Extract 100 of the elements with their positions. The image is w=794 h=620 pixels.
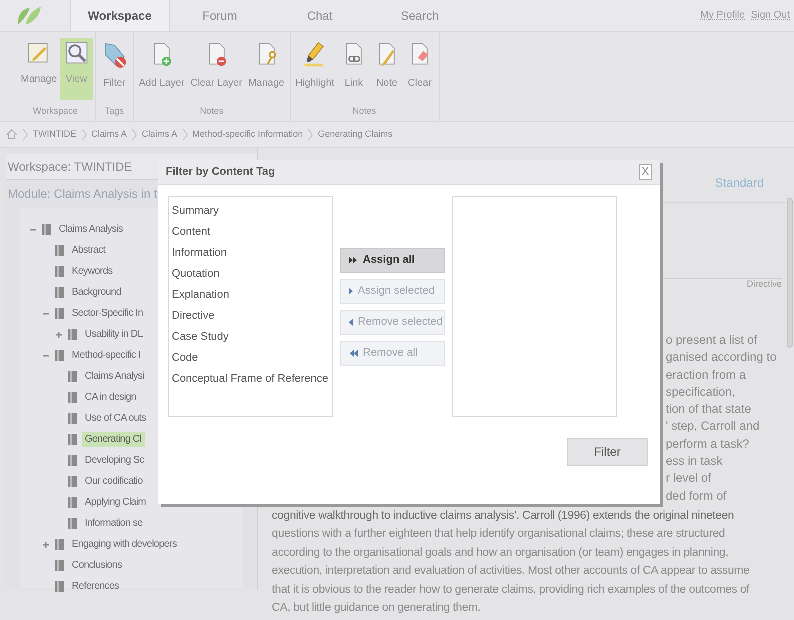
body-text-line: specification, xyxy=(666,384,736,401)
tree-item[interactable]: CA in design xyxy=(82,390,140,405)
arrow-right-icon xyxy=(349,288,353,295)
book-icon xyxy=(55,538,65,550)
book-icon xyxy=(68,476,78,488)
tree-item[interactable]: Claims Analysi xyxy=(82,369,148,384)
book-icon xyxy=(55,286,65,298)
expand-icon[interactable] xyxy=(55,330,63,338)
body-text-line: ' step, Carroll and xyxy=(666,418,760,436)
body-text-line: execution, interpretation and evaluation of activities. Most other accounts of CA appear to assume xyxy=(272,564,750,580)
nav-tab[interactable]: Chat xyxy=(270,0,370,31)
book-icon xyxy=(55,580,65,592)
tree-item[interactable]: Usability in DL xyxy=(82,327,146,342)
tag-option[interactable]: Explanation xyxy=(172,285,230,306)
body-text-line: ganised according to xyxy=(666,349,777,366)
expand-icon[interactable] xyxy=(42,540,50,548)
tag-label: Directive xyxy=(746,278,782,290)
tree-item[interactable]: Conclusions xyxy=(69,558,126,573)
body-text-line: ess in task xyxy=(666,453,723,470)
body-text-line: perform a task? xyxy=(666,436,750,453)
group-label: Workspace xyxy=(32,104,79,118)
book-icon xyxy=(55,244,65,256)
group-label: Notes xyxy=(352,104,378,118)
tree-item[interactable]: References xyxy=(69,579,122,594)
book-icon xyxy=(42,224,52,236)
tree-item[interactable]: Abstract xyxy=(69,243,108,258)
home-icon[interactable] xyxy=(6,129,18,140)
tree-item[interactable]: Applying Claim xyxy=(82,495,150,510)
ribbon-button[interactable]: Filter xyxy=(98,38,132,100)
tree-item[interactable]: Engaging with developers xyxy=(69,537,180,552)
book-icon xyxy=(68,496,78,508)
group-label: Tags xyxy=(104,104,126,118)
tag-option[interactable]: Directive xyxy=(172,306,215,327)
book-icon xyxy=(68,328,78,340)
tag-option[interactable]: Quotation xyxy=(172,264,220,285)
tree-item[interactable]: Background xyxy=(69,285,124,300)
body-text-line: r level of xyxy=(666,470,712,488)
nav-tab[interactable]: Forum xyxy=(170,0,270,31)
move-button[interactable]: Assign all xyxy=(340,248,445,273)
tree-item[interactable]: Method-specific I xyxy=(69,348,144,363)
body-text-line: eraction from a xyxy=(666,366,746,384)
tag-option[interactable]: Information xyxy=(172,243,228,264)
double-arrow-left-icon xyxy=(349,350,358,357)
user-link[interactable]: Sign Out xyxy=(751,8,790,23)
breadcrumb-link[interactable]: Claims A xyxy=(92,128,128,142)
body-text-line: cognitive walkthrough to inductive claims analysis'. Carroll (1996) extends the original nineteen xyxy=(272,508,734,524)
tag-option[interactable]: Content xyxy=(172,222,211,243)
body-text-line: questions with a further eighteen that help identify organisational claims; these are structured xyxy=(272,527,726,542)
user-link[interactable]: My Profile xyxy=(700,8,746,23)
nav-tab[interactable]: Workspace xyxy=(70,0,170,31)
chevron-icon xyxy=(82,128,86,140)
tree-item[interactable]: Developing Sc xyxy=(82,453,148,468)
tag-option[interactable]: Code xyxy=(172,348,198,369)
chevron-icon xyxy=(182,128,188,140)
ribbon-button[interactable]: Add Layer xyxy=(136,38,188,100)
body-text-line: o present a list of xyxy=(666,332,758,349)
leaf-logo-icon xyxy=(16,4,42,26)
body-text-line: tion of that state xyxy=(666,401,752,418)
tag-option[interactable]: Case Study xyxy=(172,327,229,348)
nav-tab[interactable]: Search xyxy=(370,0,470,31)
chevron-icon xyxy=(132,128,138,140)
book-icon xyxy=(55,350,65,362)
breadcrumb-link[interactable]: Claims A xyxy=(142,128,178,142)
close-button[interactable]: X xyxy=(639,164,652,180)
tree-item[interactable]: Information se xyxy=(82,516,146,531)
body-text-line: ded form of xyxy=(666,488,727,505)
filter-button[interactable]: Filter xyxy=(567,438,648,466)
breadcrumb-link[interactable]: Method-specific Information xyxy=(192,128,304,142)
ribbon-button[interactable]: Link xyxy=(338,38,370,100)
tree-item[interactable]: Keywords xyxy=(69,264,116,279)
tree-item[interactable]: Use of CA outs xyxy=(82,411,150,426)
body-text-line: CA, but little guidance on generating them. xyxy=(272,601,481,616)
book-icon xyxy=(68,454,78,466)
module-title: Module: Claims Analysis in t xyxy=(7,186,158,203)
tree-item[interactable]: Sector-Specific In xyxy=(69,306,146,321)
tag-option[interactable]: Summary xyxy=(172,201,220,222)
group-label: Notes xyxy=(199,104,225,118)
body-text-line: according to the organisational goals and how an organisation (or team) engages in planning, xyxy=(272,546,729,561)
ribbon-button[interactable]: Clear Layer xyxy=(188,38,246,100)
ribbon-button[interactable]: Manage xyxy=(245,38,288,100)
breadcrumb-link[interactable]: Generating Claims xyxy=(318,128,393,142)
breadcrumb-link[interactable]: TWINTIDE xyxy=(33,128,76,142)
book-icon xyxy=(68,434,78,446)
body-text-line: that it is obvious to the reader how to generate claims, providing rich examples of the outcomes of xyxy=(272,582,750,598)
scrollbar[interactable] xyxy=(787,198,793,348)
ribbon-button[interactable]: Highlight xyxy=(292,38,338,100)
book-icon xyxy=(68,392,78,404)
book-icon xyxy=(55,308,65,320)
book-icon xyxy=(68,518,78,530)
tag-option[interactable]: Conceptual Frame of Reference xyxy=(172,369,329,390)
tree-item[interactable]: Generating Cl xyxy=(82,432,144,447)
book-icon xyxy=(68,412,78,424)
chevron-icon xyxy=(23,128,28,140)
ribbon-button[interactable]: Clear xyxy=(404,38,436,100)
book-icon xyxy=(68,370,78,382)
arrow-left-icon xyxy=(349,319,353,326)
tree-item[interactable]: Claims Analysis xyxy=(56,222,126,237)
ribbon-button[interactable]: Note xyxy=(370,38,404,100)
ribbon-button[interactable]: Manage xyxy=(18,38,60,100)
tree-item[interactable]: Our codificatio xyxy=(82,474,146,489)
